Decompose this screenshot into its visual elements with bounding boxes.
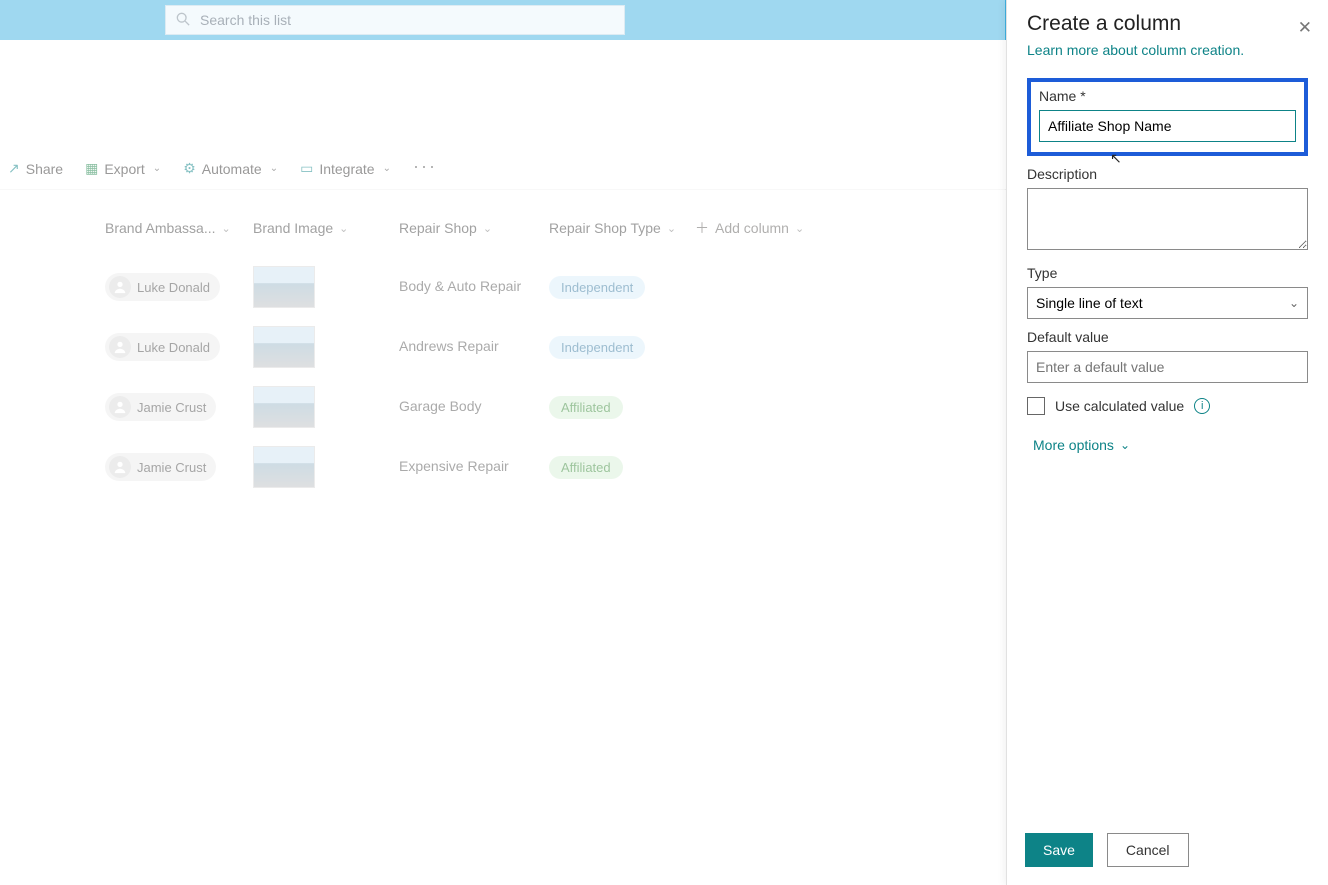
chevron-down-icon: ⌄ <box>222 222 231 235</box>
share-button[interactable]: ↗ Share <box>6 156 65 181</box>
person-name: Luke Donald <box>137 280 210 295</box>
repair-shop-cell: Body & Auto Repair <box>399 278 521 294</box>
brand-image-thumb[interactable] <box>253 326 315 368</box>
close-icon: ✕ <box>1298 18 1312 37</box>
person-name: Jamie Crust <box>137 400 206 415</box>
default-value-input[interactable] <box>1027 351 1308 383</box>
chevron-down-icon: ⌄ <box>483 222 492 235</box>
name-label: Name * <box>1039 88 1296 104</box>
col-header-ambassador[interactable]: Brand Ambassa... ⌄ <box>105 220 253 236</box>
share-icon: ↗ <box>8 160 20 177</box>
shop-type-tag: Affiliated <box>549 456 623 479</box>
learn-more-link[interactable]: Learn more about column creation. <box>1027 42 1308 58</box>
plus-icon: ＋ <box>695 218 709 238</box>
type-select[interactable]: Single line of text ⌄ <box>1027 287 1308 319</box>
chevron-down-icon: ⌄ <box>795 222 804 235</box>
col-header-label: Brand Image <box>253 220 333 236</box>
search-input[interactable]: Search this list <box>165 5 625 35</box>
calculated-value-label: Use calculated value <box>1055 398 1184 414</box>
shop-type-tag: Affiliated <box>549 396 623 419</box>
avatar-icon <box>109 276 131 298</box>
person-pill[interactable]: Luke Donald <box>105 333 220 361</box>
export-button[interactable]: ▦ Export ⌄ <box>83 156 163 181</box>
chevron-down-icon: ⌄ <box>1120 438 1130 452</box>
chevron-down-icon: ⌄ <box>153 163 161 174</box>
col-header-label: Brand Ambassa... <box>105 220 216 236</box>
more-button[interactable]: ··· <box>411 152 439 181</box>
chevron-down-icon: ⌄ <box>270 163 278 174</box>
info-icon[interactable]: i <box>1194 398 1210 414</box>
shop-type-tag: Independent <box>549 336 645 359</box>
description-label: Description <box>1027 166 1308 182</box>
person-pill[interactable]: Jamie Crust <box>105 453 216 481</box>
chevron-down-icon: ⌄ <box>1289 296 1299 310</box>
type-value: Single line of text <box>1036 295 1143 311</box>
chevron-down-icon: ⌄ <box>339 222 348 235</box>
col-header-label: Repair Shop <box>399 220 477 236</box>
repair-shop-cell: Garage Body <box>399 398 482 414</box>
description-input[interactable] <box>1027 188 1308 250</box>
repair-shop-cell: Expensive Repair <box>399 458 509 474</box>
close-button[interactable]: ✕ <box>1298 18 1312 38</box>
integrate-icon: ▭ <box>300 160 313 177</box>
panel-header: Create a column Learn more about column … <box>1007 0 1328 64</box>
avatar-icon <box>109 396 131 418</box>
shop-type-tag: Independent <box>549 276 645 299</box>
col-header-repair-shop-type[interactable]: Repair Shop Type ⌄ <box>549 220 695 236</box>
panel-body: Name * Description Type Single line of t… <box>1007 64 1328 818</box>
type-label: Type <box>1027 265 1308 281</box>
export-label: Export <box>104 161 144 177</box>
share-label: Share <box>26 161 63 177</box>
automate-label: Automate <box>202 161 262 177</box>
brand-image-thumb[interactable] <box>253 266 315 308</box>
search-icon <box>176 12 190 29</box>
panel-title: Create a column <box>1027 12 1308 36</box>
avatar-icon <box>109 456 131 478</box>
chevron-down-icon: ⌄ <box>667 222 676 235</box>
more-options-label: More options <box>1033 437 1114 453</box>
calculated-value-row: Use calculated value i <box>1027 397 1308 415</box>
col-header-brand-image[interactable]: Brand Image ⌄ <box>253 220 399 236</box>
automate-icon: ⚙ <box>183 160 196 177</box>
brand-image-thumb[interactable] <box>253 386 315 428</box>
default-value-label: Default value <box>1027 329 1308 345</box>
name-input[interactable] <box>1039 110 1296 142</box>
col-header-label: Repair Shop Type <box>549 220 661 236</box>
chevron-down-icon: ⌄ <box>383 163 391 174</box>
repair-shop-cell: Andrews Repair <box>399 338 499 354</box>
integrate-button[interactable]: ▭ Integrate ⌄ <box>298 156 393 181</box>
add-column-label: Add column <box>715 220 789 236</box>
name-field-highlight: Name * <box>1027 78 1308 156</box>
person-pill[interactable]: Jamie Crust <box>105 393 216 421</box>
avatar-icon <box>109 336 131 358</box>
cancel-button[interactable]: Cancel <box>1107 833 1189 867</box>
person-name: Luke Donald <box>137 340 210 355</box>
col-header-repair-shop[interactable]: Repair Shop ⌄ <box>399 220 549 236</box>
person-name: Jamie Crust <box>137 460 206 475</box>
create-column-panel: Create a column Learn more about column … <box>1006 0 1328 885</box>
calculated-value-checkbox[interactable] <box>1027 397 1045 415</box>
search-placeholder: Search this list <box>200 12 291 28</box>
integrate-label: Integrate <box>319 161 374 177</box>
add-column-button[interactable]: ＋ Add column ⌄ <box>695 218 835 238</box>
brand-image-thumb[interactable] <box>253 446 315 488</box>
excel-icon: ▦ <box>85 160 98 177</box>
save-button[interactable]: Save <box>1025 833 1093 867</box>
panel-footer: Save Cancel <box>1007 818 1328 885</box>
automate-button[interactable]: ⚙ Automate ⌄ <box>181 156 280 181</box>
more-options-toggle[interactable]: More options ⌄ <box>1027 437 1308 453</box>
person-pill[interactable]: Luke Donald <box>105 273 220 301</box>
